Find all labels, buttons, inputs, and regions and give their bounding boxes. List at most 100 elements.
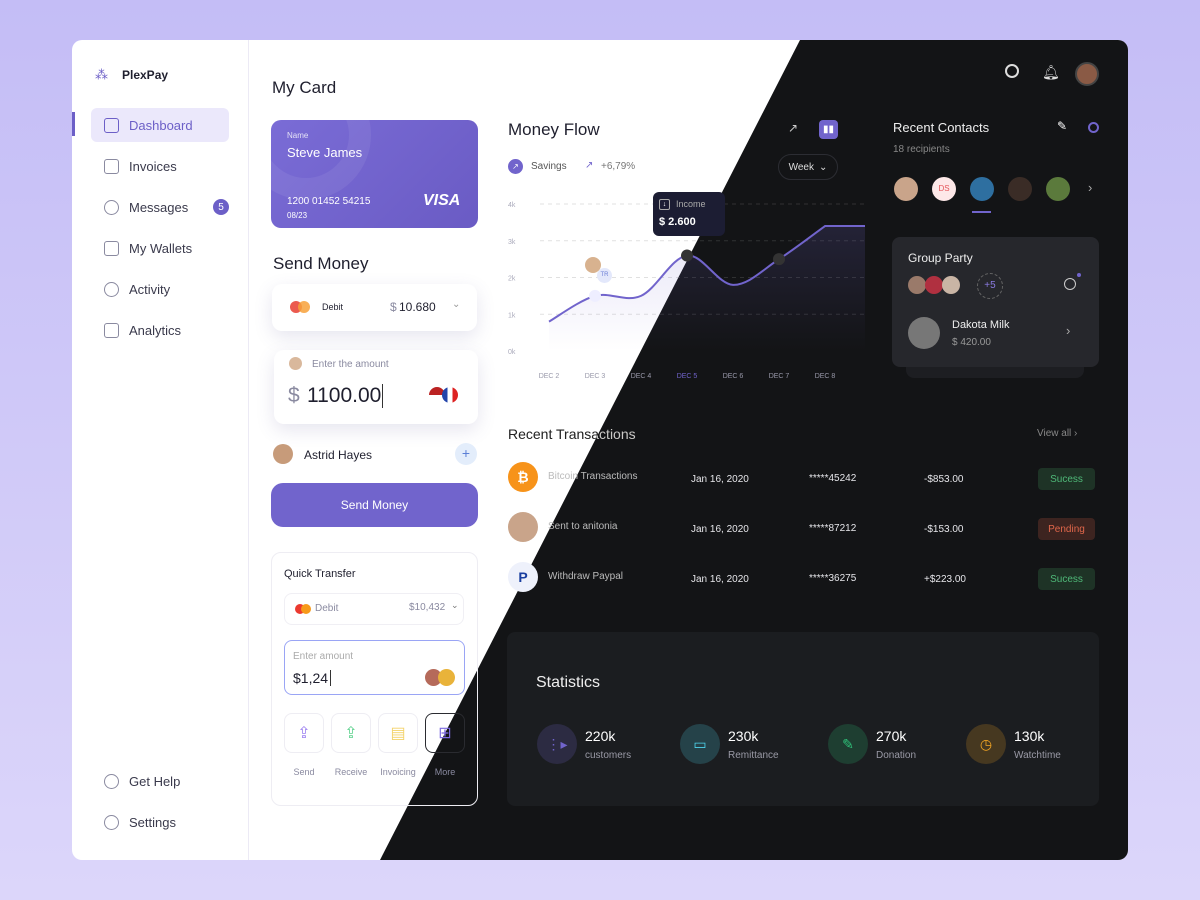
quick-amount-input[interactable]: Enter amount $1,24 [284, 640, 465, 695]
transaction-card: *****36275 [809, 573, 857, 584]
card-name-label: Name [287, 131, 309, 140]
visa-logo: VISA [423, 192, 461, 209]
wallet-icon [104, 240, 119, 256]
contact-avatar[interactable] [894, 177, 918, 201]
card-number: 1200 01452 54215 [287, 196, 371, 207]
period-dropdown[interactable]: Week ⌄ [778, 154, 838, 180]
help-icon [104, 773, 119, 789]
account-type: Debit [315, 603, 339, 614]
group-party-card[interactable]: Group Party +5 Dakota Milk $ 420.00 › [892, 237, 1099, 367]
savings-change: +6,79% [601, 161, 636, 172]
download-icon: ↓ [659, 199, 670, 210]
chevron-down-icon: ⌄ [452, 299, 461, 310]
table-row[interactable]: Withdraw Paypal [548, 571, 623, 582]
transaction-amount: -$153.00 [924, 524, 964, 535]
credit-card[interactable]: Name Steve James 1200 01452 54215 08/23 … [271, 120, 478, 228]
action-label: Send [293, 767, 315, 777]
my-card-title: My Card [272, 78, 337, 97]
status-badge: Sucess [1038, 568, 1095, 590]
chevron-down-icon: ⌄ [819, 161, 828, 173]
brand-name: PlexPay [122, 68, 169, 82]
savings-icon: ↗ [508, 159, 523, 174]
recipient-name: Astrid Hayes [304, 448, 373, 462]
selected-contact-indicator [972, 211, 991, 213]
send-money-icon[interactable]: ⇪ [284, 713, 324, 753]
line-chart-toggle[interactable]: ↗ [788, 121, 798, 135]
x-tick-label: DEC 6 [723, 373, 744, 380]
statistics-panel [507, 632, 1099, 806]
sidebar-item-messages[interactable]: Messages 5 [91, 190, 229, 224]
quick-transfer-panel: Quick Transfer Debit $10,432 ⌄ Enter amo… [271, 552, 478, 806]
x-tick-label: DEC 8 [815, 373, 836, 380]
contact-amount: $ 420.00 [952, 337, 991, 348]
action-label: More [434, 767, 456, 777]
sidebar-item-analytics[interactable]: Analytics [91, 313, 229, 347]
sidebar-item-get-help[interactable]: Get Help [91, 764, 229, 798]
search-icon[interactable] [1088, 122, 1099, 133]
account-balance: $10,432 [409, 602, 446, 613]
receive-money-icon[interactable]: ⇪ [331, 713, 371, 753]
transaction-date: Jan 16, 2020 [691, 524, 749, 535]
add-recipient-button[interactable]: + [455, 443, 477, 465]
recent-transactions-title: Recent Transactions [508, 426, 636, 442]
table-row[interactable]: Sent to anitonia [548, 521, 618, 532]
contact-avatar [908, 317, 940, 349]
contact-avatar[interactable]: DS [932, 177, 956, 201]
chevron-down-icon: ⌄ [451, 600, 459, 610]
stat-item: ✎ 270k Donation [828, 724, 916, 764]
user-avatar[interactable] [1075, 62, 1099, 86]
contact-avatar[interactable] [1046, 177, 1070, 201]
chevron-right-icon[interactable]: › [1088, 180, 1092, 195]
sidebar-item-activity[interactable]: Activity [91, 272, 229, 306]
sidebar-item-label: Get Help [129, 773, 181, 789]
recipients-count: 18 recipients [893, 144, 950, 155]
edit-icon[interactable]: ✎ [1057, 119, 1067, 133]
amount-value: 1100.00 [307, 384, 384, 408]
contact-avatar[interactable] [970, 177, 994, 201]
x-tick-label: DEC 3 [585, 373, 606, 380]
sidebar-item-label: Messages [129, 199, 189, 215]
sidebar-item-invoices[interactable]: Invoices [91, 149, 229, 183]
stat-icon: ⋮▸ [537, 724, 577, 764]
period-value: Week [788, 161, 814, 173]
tooltip-value: $ 2.600 [659, 216, 696, 228]
member-avatar [942, 276, 960, 294]
bell-icon[interactable]: 🔔︎ [1042, 64, 1060, 81]
y-tick-label: 0k [508, 349, 516, 356]
view-all-link[interactable]: View all › [1037, 428, 1077, 439]
status-badge: Pending [1038, 518, 1095, 540]
quick-account-select[interactable]: Debit $10,432 ⌄ [284, 593, 464, 625]
action-label: Invoicing [380, 767, 416, 777]
bar-chart-toggle[interactable]: ▮▮ [819, 120, 838, 139]
income-tooltip: ↓ Income $ 2.600 [653, 192, 725, 236]
amount-input[interactable]: Enter the amount $ 1100.00 [274, 350, 478, 424]
stat-item: ◷ 130k Watchtime [966, 724, 1061, 764]
transaction-amount: -$853.00 [924, 474, 964, 485]
sidebar-item-settings[interactable]: Settings [91, 805, 229, 839]
amount-currency: $ [288, 384, 300, 407]
y-tick-label: 1k [508, 312, 516, 319]
chevron-right-icon[interactable]: › [1066, 323, 1070, 338]
chat-icon[interactable] [1064, 278, 1076, 290]
contact-avatar[interactable] [1008, 177, 1032, 201]
mastercard-icon-circle [301, 604, 311, 614]
table-row[interactable]: Bitcoin Transactions [548, 471, 638, 482]
france-flag-icon[interactable] [442, 387, 458, 403]
avatar [273, 444, 293, 464]
more-apps-icon[interactable]: ⊞ [425, 713, 465, 753]
search-icon[interactable] [1005, 64, 1019, 78]
bitcoin-icon: ₿ [508, 462, 538, 492]
account-select[interactable]: Debit $ 10.680 ⌄ [272, 284, 477, 331]
send-money-button[interactable]: Send Money [271, 483, 478, 527]
sidebar-item-my-wallets[interactable]: My Wallets [91, 231, 229, 265]
invoice-icon[interactable]: ▤ [378, 713, 418, 753]
sidebar-item-dashboard[interactable]: Dashboard [91, 108, 229, 142]
stat-value: 220k [585, 727, 616, 744]
home-icon [104, 117, 119, 133]
x-tick-label: DEC 5 [677, 373, 698, 380]
stat-value: 230k [728, 727, 759, 744]
active-indicator [72, 112, 75, 136]
more-members[interactable]: +5 [977, 273, 1003, 299]
chat-icon [104, 199, 119, 215]
sidebar-item-label: Dashboard [129, 117, 193, 133]
